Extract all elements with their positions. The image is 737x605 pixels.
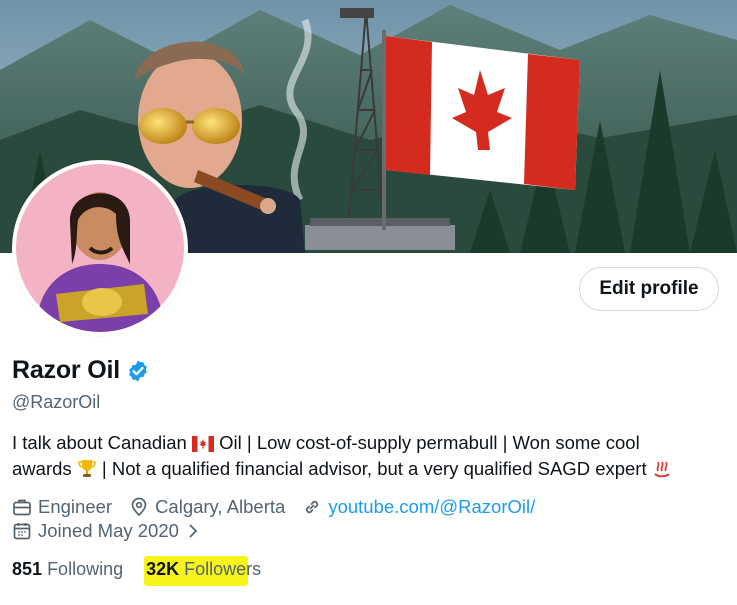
bio-text: Oil | Low cost-of-supply permabull | Won… bbox=[219, 432, 640, 453]
followers-link[interactable]: 32K Followers bbox=[146, 559, 261, 580]
occupation-label: Engineer bbox=[38, 496, 113, 517]
joined-label: Joined May 2020 bbox=[38, 520, 179, 541]
joined-row: Joined May 2020 bbox=[12, 520, 224, 542]
profile-display-name: Razor Oil bbox=[12, 356, 120, 384]
profile-handle: @RazorOil bbox=[12, 392, 101, 412]
followers-count: 32K bbox=[146, 559, 180, 579]
bio-text: awards bbox=[12, 458, 72, 479]
following-count: 851 bbox=[12, 559, 43, 579]
following-link[interactable]: 851 Following bbox=[12, 559, 123, 580]
followers-label: Followers bbox=[184, 559, 262, 579]
following-label: Following bbox=[47, 559, 124, 579]
location: Calgary, Alberta bbox=[129, 496, 285, 518]
joined-date[interactable]: Joined May 2020 bbox=[12, 520, 207, 542]
chevron-right-icon bbox=[189, 524, 198, 538]
calendar-icon bbox=[13, 523, 31, 540]
location-label: Calgary, Alberta bbox=[155, 496, 286, 517]
location-pin-icon bbox=[131, 497, 147, 517]
bio-text: I talk about Canadian bbox=[12, 432, 187, 453]
verified-badge-icon[interactable] bbox=[126, 359, 150, 383]
briefcase-icon bbox=[13, 499, 31, 516]
link-icon bbox=[306, 500, 319, 514]
bio-text: | Not a qualified financial advisor, but… bbox=[101, 458, 647, 479]
canada-flag-icon bbox=[192, 436, 214, 452]
profile-name-row: Razor Oil bbox=[12, 356, 150, 385]
avatar-image bbox=[16, 164, 184, 332]
profile-meta: Engineer Calgary, Alberta youtube.com/@R… bbox=[12, 496, 552, 518]
website-link[interactable]: youtube.com/@RazorOil/ bbox=[328, 496, 535, 518]
avatar[interactable] bbox=[16, 164, 184, 332]
website[interactable]: youtube.com/@RazorOil/ bbox=[302, 496, 535, 518]
profile-bio: I talk about Canadian Oil | Low cost-of-… bbox=[12, 430, 727, 482]
occupation: Engineer bbox=[12, 496, 112, 518]
edit-profile-button[interactable]: Edit profile bbox=[579, 267, 719, 311]
hot-springs-icon bbox=[654, 461, 670, 478]
follow-stats: 851 Following 32K Followers bbox=[12, 559, 261, 580]
trophy-icon bbox=[77, 460, 96, 477]
